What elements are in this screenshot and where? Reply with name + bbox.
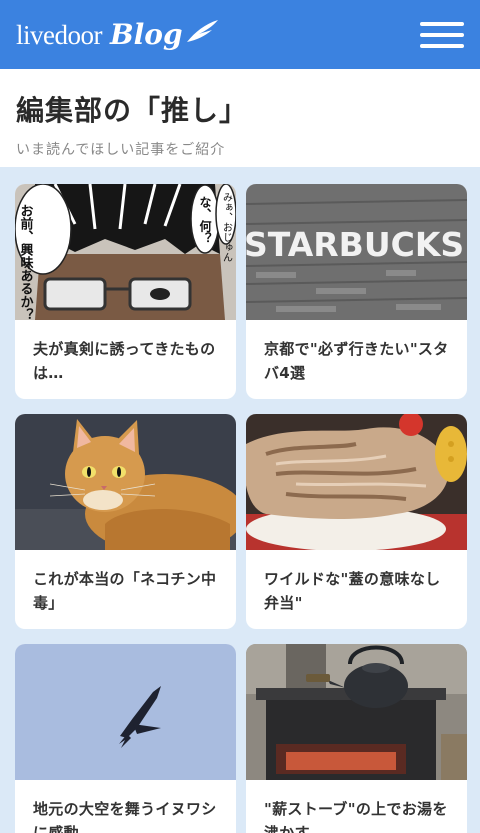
article-title[interactable]: 夫が真剣に誘ってきたものは… <box>15 320 236 385</box>
manga-bubble-left: お前、興味あるか？ <box>18 204 34 320</box>
meat-bento-image <box>246 414 467 550</box>
article-title[interactable]: "薪ストーブ"の上でお湯を沸かす <box>246 780 467 833</box>
logo-word: livedoor <box>16 20 102 50</box>
manga-bubble-mid: な、何？ <box>198 196 212 244</box>
starbucks-sign-image: STARBUCKS <box>246 184 467 320</box>
article-card[interactable]: これが本当の「ネコチン中毒」 <box>15 414 236 629</box>
starbucks-sign-text: STARBUCKS <box>246 225 464 264</box>
article-card[interactable]: STARBUCKS 京都で"必ず行きたい"スタバ4選 <box>246 184 467 399</box>
featured-intro: 編集部の「推し」 いま読んでほしい記事をご紹介 <box>0 69 480 167</box>
orange-cat-image <box>15 414 236 550</box>
article-card[interactable]: ワイルドな"蓋の意味なし弁当" <box>246 414 467 629</box>
menu-icon[interactable] <box>420 21 464 48</box>
article-card[interactable]: 地元の大空を舞うイヌワシに感動 <box>15 644 236 833</box>
manga-bubble-right: みぁ、おじゅん <box>221 192 233 262</box>
livedoor-blog-logo[interactable]: livedoor Blog <box>16 18 219 51</box>
wood-stove-kettle-image <box>246 644 467 780</box>
article-card[interactable]: お前、興味あるか？ な、何？ みぁ、おじゅん 夫が真剣に誘ってきたものは… <box>15 184 236 399</box>
article-card[interactable]: "薪ストーブ"の上でお湯を沸かす <box>246 644 467 833</box>
manga-glasses-man-image: お前、興味あるか？ な、何？ みぁ、おじゅん <box>15 184 236 320</box>
article-title[interactable]: 京都で"必ず行きたい"スタバ4選 <box>246 320 467 385</box>
logo-blog: Blog <box>109 18 183 51</box>
article-title[interactable]: これが本当の「ネコチン中毒」 <box>15 550 236 615</box>
feather-icon <box>186 20 218 42</box>
article-title[interactable]: ワイルドな"蓋の意味なし弁当" <box>246 550 467 615</box>
page-title: 編集部の「推し」 <box>16 94 249 127</box>
article-title[interactable]: 地元の大空を舞うイヌワシに感動 <box>15 780 236 833</box>
article-grid: お前、興味あるか？ な、何？ みぁ、おじゅん 夫が真剣に誘ってきたものは… ST… <box>0 167 480 833</box>
eagle-sky-image <box>15 644 236 780</box>
page-subtitle: いま読んでほしい記事をご紹介 <box>16 142 226 158</box>
site-header: livedoor Blog <box>0 0 480 69</box>
